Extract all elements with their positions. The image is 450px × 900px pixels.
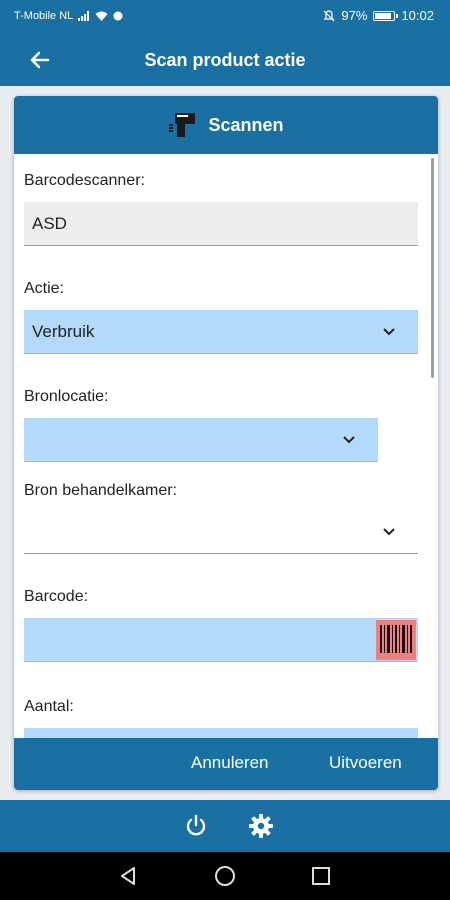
card-header: Scannen xyxy=(14,96,438,154)
sync-icon xyxy=(113,11,123,21)
barcode-scan-icon[interactable] xyxy=(376,620,416,660)
execute-button[interactable]: Uitvoeren xyxy=(329,753,402,773)
source-location-select[interactable] xyxy=(24,418,378,462)
card-footer: Annuleren Uitvoeren xyxy=(14,738,438,790)
gear-icon[interactable] xyxy=(248,813,274,839)
cancel-button[interactable]: Annuleren xyxy=(191,753,269,773)
recents-square-icon[interactable] xyxy=(309,864,333,888)
mute-icon xyxy=(323,9,335,21)
chevron-down-icon xyxy=(383,528,395,536)
action-select[interactable]: Verbruik xyxy=(24,310,418,354)
source-location-label: Bronlocatie: xyxy=(24,388,109,405)
treatment-room-label: Bron behandelkamer: xyxy=(24,482,177,499)
card-header-label: Scannen xyxy=(208,114,284,135)
wifi-icon xyxy=(95,11,108,21)
status-bar: T-Mobile NL 97% 10:02 xyxy=(0,0,450,34)
carrier-text: T-Mobile NL xyxy=(14,10,74,22)
action-value: Verbruik xyxy=(32,321,95,341)
power-icon[interactable] xyxy=(183,813,209,839)
barcode-label: Barcode: xyxy=(24,588,89,605)
barcode-input[interactable] xyxy=(24,618,418,662)
clock: 10:02 xyxy=(401,8,434,23)
status-left: T-Mobile NL xyxy=(14,10,123,22)
back-triangle-icon[interactable] xyxy=(117,864,141,888)
scrollbar[interactable] xyxy=(431,158,434,378)
bottom-bar xyxy=(0,800,450,852)
home-circle-icon[interactable] xyxy=(213,864,237,888)
status-right: 97% 10:02 xyxy=(323,8,434,23)
quantity-input[interactable] xyxy=(24,728,418,738)
page-title: Scan product actie xyxy=(144,50,306,70)
signal-icon xyxy=(78,11,90,21)
scan-card: Scannen Barcodescanner: ASD Actie: Verbr… xyxy=(14,96,438,790)
chevron-down-icon xyxy=(383,328,395,336)
battery-icon xyxy=(373,10,399,21)
app-bar: Scan product actie xyxy=(0,34,450,86)
barcode-scanner-icon xyxy=(169,113,196,137)
system-nav-bar xyxy=(0,852,450,900)
battery-percent: 97% xyxy=(341,8,368,23)
scanner-field[interactable]: ASD xyxy=(24,202,418,246)
scanner-label: Barcodescanner: xyxy=(24,172,145,189)
treatment-room-select[interactable] xyxy=(24,510,418,554)
chevron-down-icon xyxy=(343,436,355,444)
scanner-value: ASD xyxy=(32,213,67,233)
action-label: Actie: xyxy=(24,280,65,297)
quantity-label: Aantal: xyxy=(24,698,74,715)
card-body[interactable]: Barcodescanner: ASD Actie: Verbruik Bron… xyxy=(14,154,438,738)
